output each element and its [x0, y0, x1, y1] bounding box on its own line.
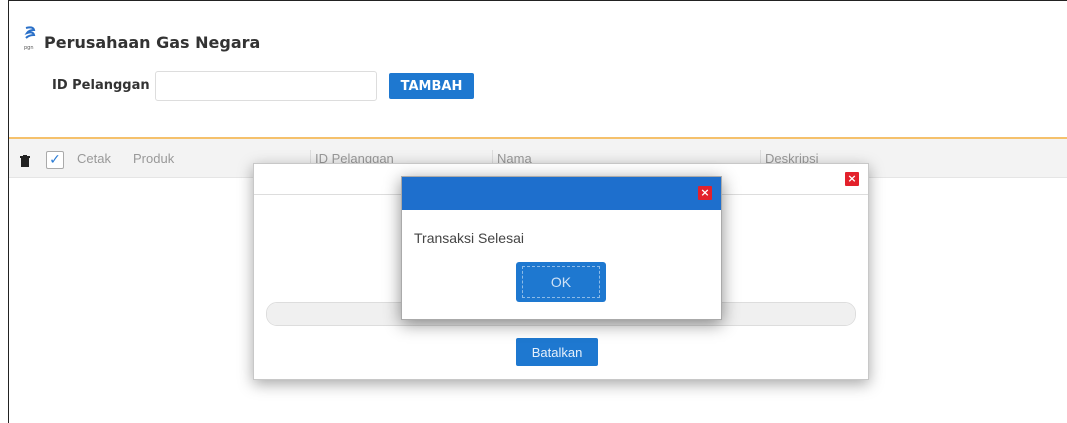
alert-close-button[interactable]: × — [698, 186, 712, 200]
ok-button[interactable]: OK — [516, 262, 606, 302]
dialog-close-button[interactable]: × — [845, 172, 859, 186]
checkmark-icon: ✓ — [49, 152, 61, 168]
customer-id-label: ID Pelanggan — [52, 78, 150, 93]
pgn-logo-icon: pgn — [24, 26, 36, 51]
column-header-cetak: Cetak — [77, 151, 111, 166]
column-header-produk: Produk — [133, 151, 175, 166]
trash-icon[interactable] — [20, 155, 30, 167]
alert-titlebar — [402, 177, 721, 210]
logo-caption: pgn — [24, 45, 34, 51]
cancel-button[interactable]: Batalkan — [516, 338, 598, 366]
customer-id-input[interactable] — [155, 71, 377, 101]
ok-button-label: OK — [522, 266, 600, 298]
add-button[interactable]: TAMBAH — [389, 73, 474, 99]
alert-dialog: × Transaksi Selesai OK — [401, 176, 722, 320]
print-all-checkbox[interactable]: ✓ — [46, 151, 64, 169]
company-name: Perusahaan Gas Negara — [44, 33, 261, 52]
alert-message: Transaksi Selesai — [414, 230, 524, 246]
